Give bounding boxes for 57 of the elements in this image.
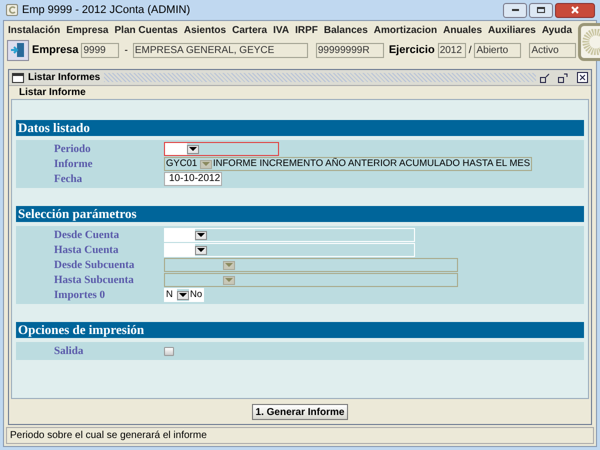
- generate-report-button[interactable]: 1. Generar Informe: [252, 404, 348, 420]
- dropdown-arrow-icon[interactable]: [195, 230, 207, 240]
- checkbox[interactable]: [164, 346, 174, 356]
- year-field: 2012: [438, 42, 466, 58]
- close-icon[interactable]: [577, 72, 588, 83]
- separator-text: -: [123, 44, 129, 58]
- field-label: Importes 0: [53, 288, 106, 303]
- dropdown-arrow-icon[interactable]: [187, 144, 199, 154]
- menu-item[interactable]: Ayuda: [542, 22, 572, 38]
- menu-item[interactable]: Cartera: [232, 22, 268, 38]
- menu-item[interactable]: Balances: [324, 22, 368, 38]
- field-label: Desde Cuenta: [53, 228, 120, 243]
- maximize-button[interactable]: [529, 2, 553, 18]
- section-header: Opciones de impresión: [16, 322, 584, 338]
- menu-item[interactable]: Plan Cuentas: [114, 22, 178, 38]
- close-button[interactable]: [555, 2, 595, 18]
- tax-id: 99999999R: [316, 42, 384, 58]
- combo-field[interactable]: N No: [164, 288, 204, 302]
- window-icon: [12, 72, 24, 82]
- frame-title: Listar Informes: [28, 71, 100, 85]
- menu-item[interactable]: Empresa: [66, 22, 108, 38]
- menu-item[interactable]: IRPF: [295, 22, 318, 38]
- status-bar: Periodo sobre el cual se generará el informe: [6, 427, 594, 444]
- window-title: Emp 9999 - 2012 JConta (ADMIN): [22, 2, 190, 18]
- combo-field[interactable]: [164, 142, 279, 156]
- field-label: Salida: [53, 344, 84, 359]
- field-label: Hasta Subcuenta: [53, 272, 135, 288]
- minimize-button[interactable]: [503, 2, 527, 18]
- minimize-icon[interactable]: [540, 72, 550, 82]
- company-name: EMPRESA GENERAL, GEYCE: [132, 42, 308, 58]
- date-field[interactable]: 10-10-2012: [164, 172, 222, 186]
- empresa-label: Empresa: [32, 42, 78, 58]
- dropdown-arrow-icon[interactable]: [195, 246, 207, 254]
- state-field: Activo: [529, 42, 576, 58]
- field-label: Desde Subcuenta: [53, 258, 136, 273]
- maximize-icon[interactable]: [558, 72, 568, 82]
- menu-item[interactable]: Auxiliares: [488, 22, 536, 38]
- menu-item[interactable]: IVA: [273, 22, 290, 38]
- menu-item[interactable]: Amortizacion: [374, 22, 438, 38]
- exit-door-icon[interactable]: [7, 40, 29, 60]
- field-label: Periodo: [53, 142, 92, 157]
- section-header: Datos listado: [16, 120, 584, 136]
- field-label: Fecha: [53, 172, 84, 187]
- slash-text: /: [468, 44, 472, 58]
- company-code: 9999: [81, 42, 120, 58]
- menu-item[interactable]: Instalación: [8, 22, 60, 38]
- field-label: Informe: [53, 156, 94, 172]
- tab-label[interactable]: Listar Informe: [19, 85, 86, 100]
- menu-item[interactable]: Asientos: [184, 22, 226, 38]
- section-header: Selección parámetros: [16, 206, 584, 222]
- dropdown-arrow-icon[interactable]: [177, 290, 189, 300]
- status-field: Abierto: [474, 42, 522, 58]
- close-icon: [571, 6, 579, 14]
- ejercicio-label: Ejercicio: [388, 42, 435, 58]
- field-label: Hasta Cuenta: [53, 242, 120, 258]
- app-logo-icon: [6, 4, 18, 16]
- menu-item[interactable]: Anuales: [443, 22, 482, 38]
